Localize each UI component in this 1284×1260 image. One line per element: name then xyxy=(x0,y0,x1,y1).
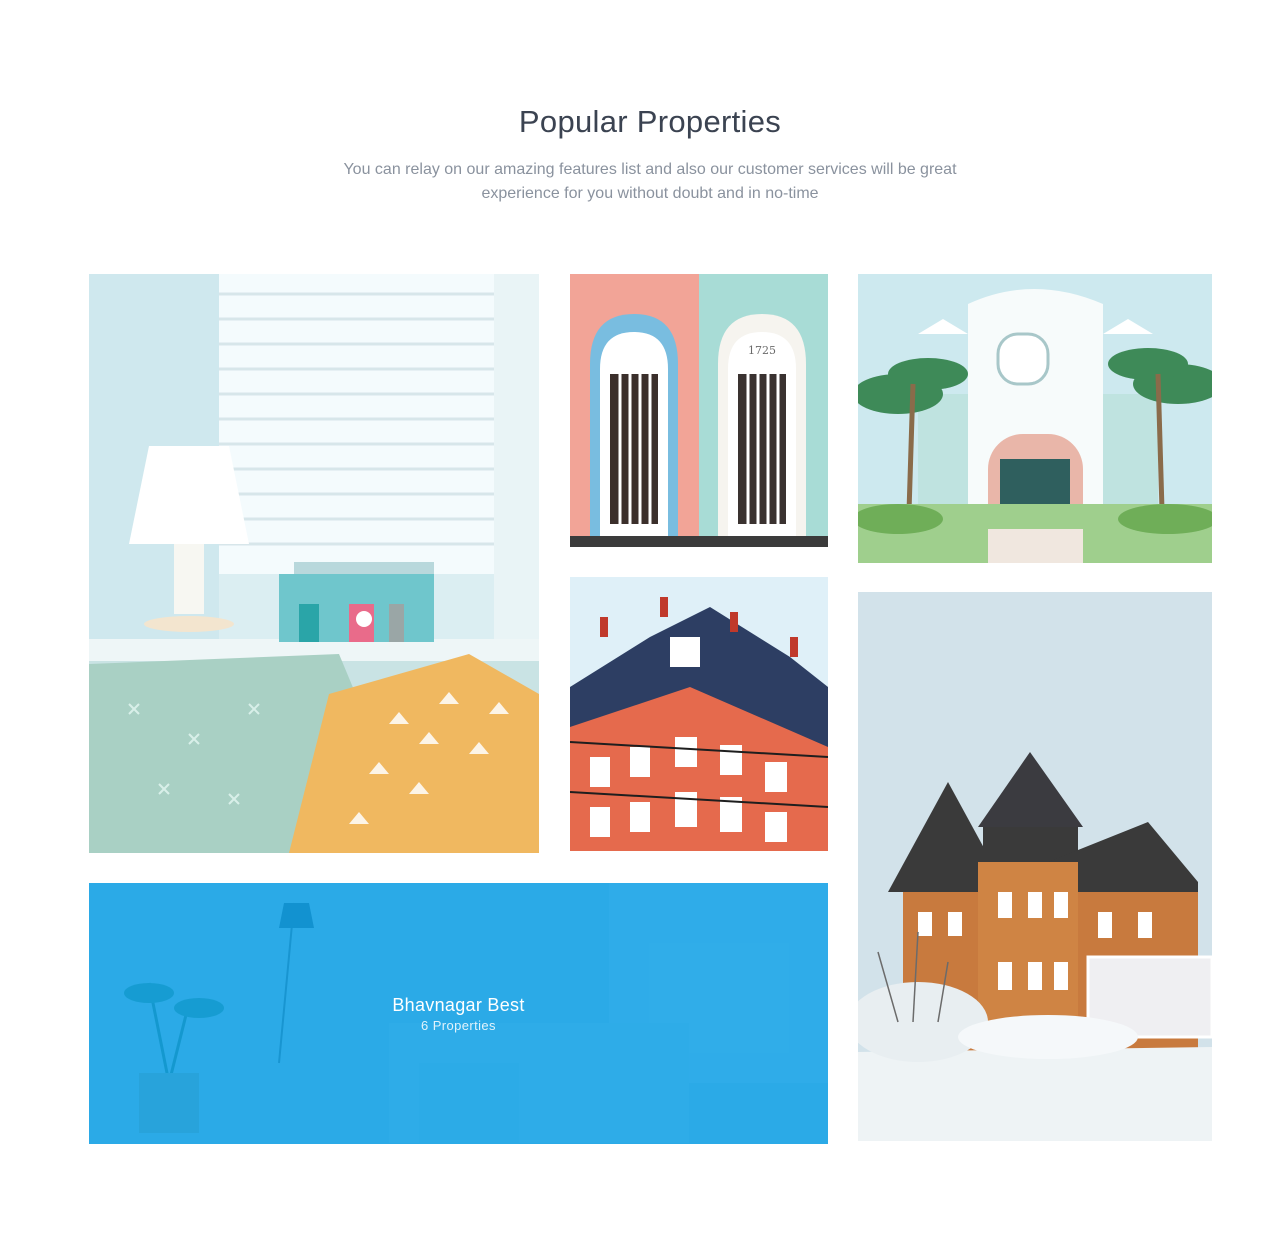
villa-photo xyxy=(858,274,1212,563)
property-image-paris-building[interactable] xyxy=(570,577,828,851)
snow-house-photo xyxy=(858,592,1212,1141)
living-room-photo xyxy=(89,274,539,853)
featured-title[interactable]: Bhavnagar Best xyxy=(89,995,828,1016)
featured-count: 6 Properties xyxy=(421,1018,496,1033)
property-image-villa[interactable] xyxy=(858,274,1212,563)
door-number: 1725 xyxy=(748,344,776,357)
property-image-living-room[interactable] xyxy=(89,274,539,853)
paris-photo xyxy=(570,577,828,851)
section-subtitle: You can relay on our amazing features li… xyxy=(343,161,957,202)
property-image-doors[interactable]: 1725 xyxy=(570,274,828,547)
section-title: Popular Properties xyxy=(518,104,782,139)
doors-photo: 1725 xyxy=(570,274,828,547)
property-image-snow-house[interactable] xyxy=(858,592,1212,1141)
featured-property-card[interactable]: Bhavnagar Best 6 Properties xyxy=(89,883,828,1144)
